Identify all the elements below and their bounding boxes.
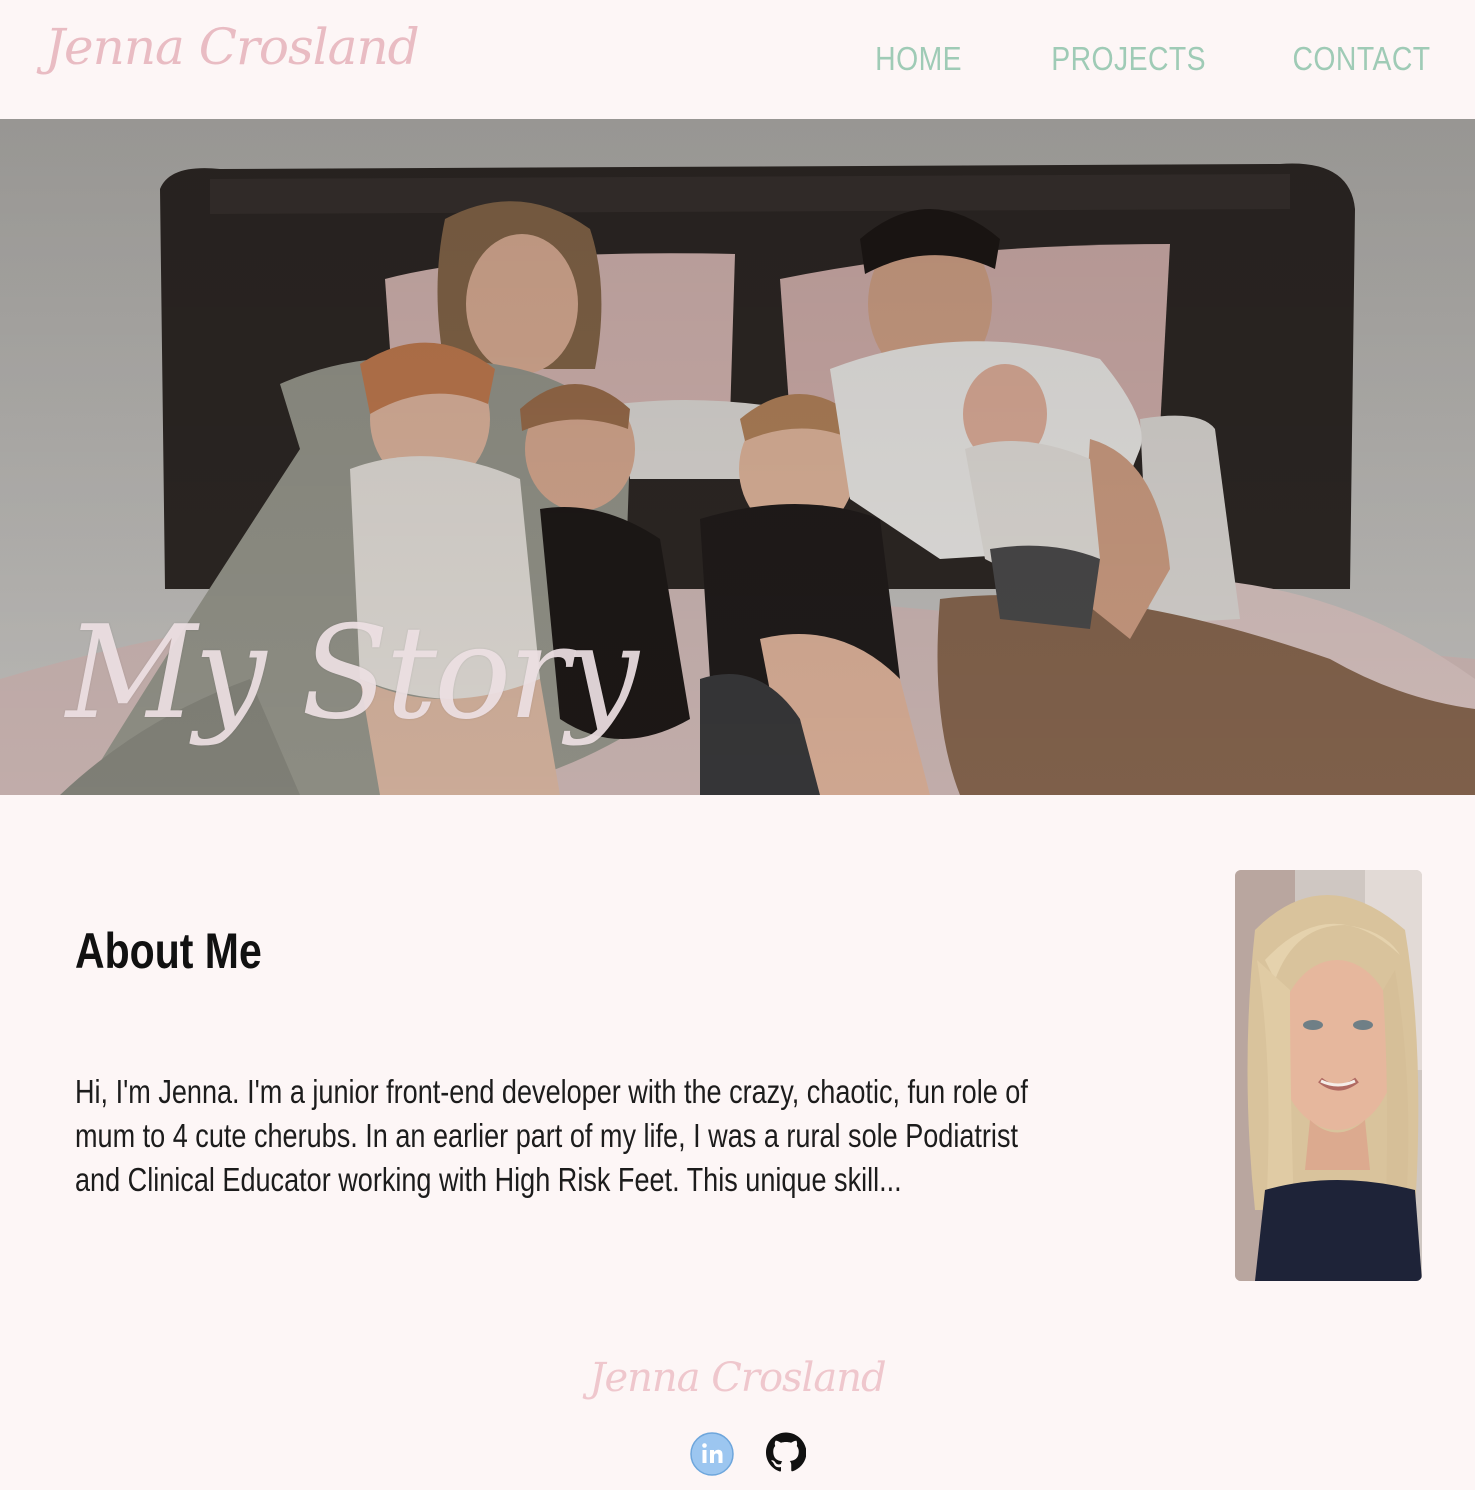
about-text: Hi, I'm Jenna. I'm a junior front-end de… (75, 1073, 1028, 1198)
hero-banner: My Story (0, 119, 1475, 795)
about-heading: About Me (75, 923, 262, 979)
portrait-photo (1235, 870, 1422, 1281)
site-header: Jenna Crosland HOME PROJECTS CONTACT (0, 0, 1475, 119)
github-icon[interactable] (766, 1432, 810, 1476)
footer-logo: Jenna Crosland (589, 1355, 886, 1401)
main-nav: HOME PROJECTS CONTACT (861, 40, 1431, 78)
linkedin-icon[interactable] (690, 1432, 734, 1476)
nav-home[interactable]: HOME (876, 40, 963, 78)
social-links (690, 1432, 810, 1476)
site-logo[interactable]: Jenna Crosland (45, 18, 420, 76)
hero-title: My Story (66, 599, 639, 748)
nav-projects[interactable]: PROJECTS (1052, 40, 1207, 78)
nav-contact[interactable]: CONTACT (1293, 40, 1431, 78)
